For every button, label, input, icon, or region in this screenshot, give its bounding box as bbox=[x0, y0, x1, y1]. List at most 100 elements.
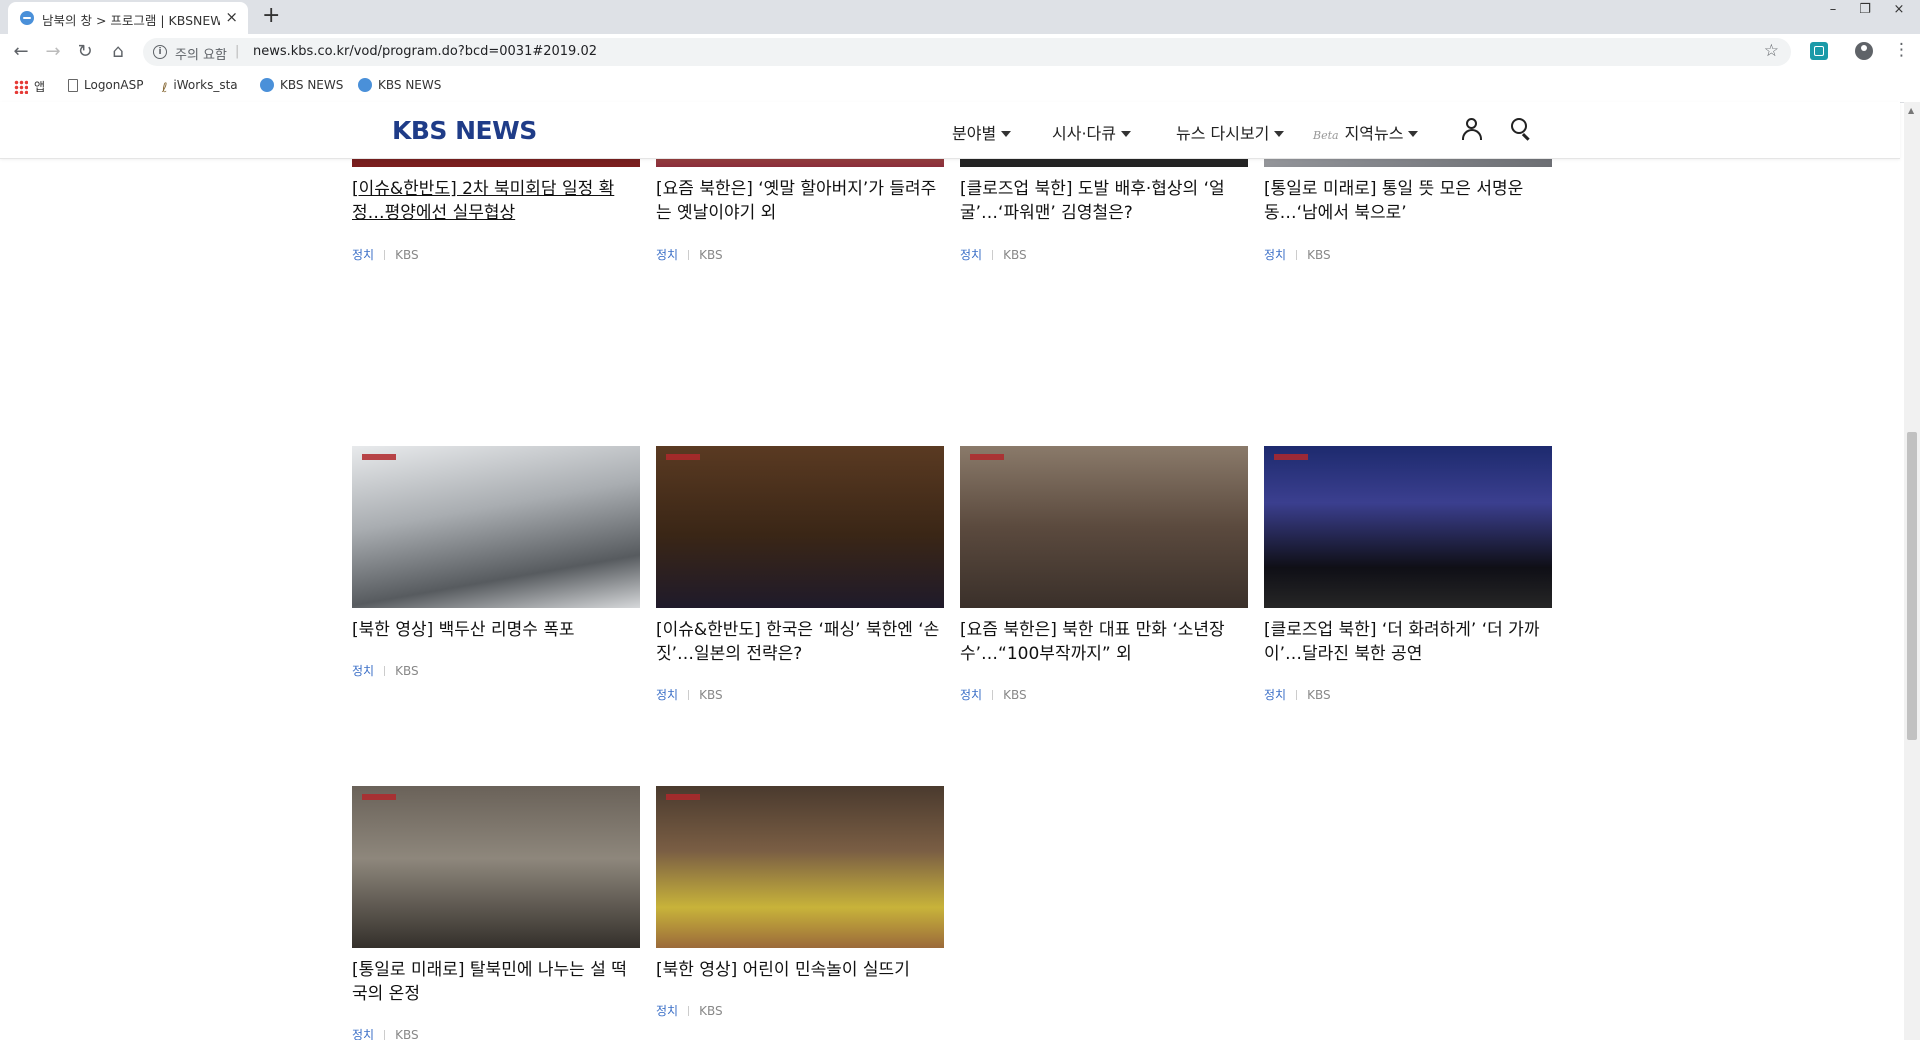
card-category[interactable]: 정치 bbox=[960, 248, 982, 262]
scroll-up-arrow-icon[interactable]: ▲ bbox=[1908, 106, 1914, 115]
forward-icon[interactable]: → bbox=[41, 40, 65, 64]
nav-regional-news[interactable]: Beta 지역뉴스 bbox=[1313, 120, 1419, 144]
card-source: KBS bbox=[1307, 688, 1331, 702]
page-content: [이슈&한반도] 2차 북미회담 일정 확정…평양에선 실무협상 정치 KBS [… bbox=[0, 102, 1900, 1040]
bookmark-star-icon[interactable]: ☆ bbox=[1764, 41, 1779, 61]
address-bar[interactable]: i 주의 요함 | news.kbs.co.kr/vod/program.do?… bbox=[143, 38, 1791, 66]
bookmark-iworks[interactable]: ℓ iWorks_sta bbox=[162, 78, 238, 96]
page-scrollbar[interactable]: ▲ bbox=[1904, 102, 1920, 1040]
user-icon[interactable] bbox=[1462, 118, 1482, 140]
video-thumbnail[interactable] bbox=[352, 446, 640, 608]
pen-icon: ℓ bbox=[162, 81, 168, 96]
chevron-down-icon bbox=[1274, 131, 1285, 137]
chevron-down-icon bbox=[1408, 131, 1419, 137]
card-meta: 정치 KBS bbox=[1264, 686, 1331, 703]
card-title[interactable]: [요즘 북한은] 북한 대표 만화 ‘소년장수’…“100부작까지” 외 bbox=[960, 618, 1248, 666]
card-category[interactable]: 정치 bbox=[1264, 688, 1286, 702]
card-title[interactable]: [북한 영상] 어린이 민속놀이 실뜨기 bbox=[656, 958, 944, 982]
card-meta: 정치 KBS bbox=[656, 686, 723, 703]
card-title[interactable]: [북한 영상] 백두산 리명수 폭포 bbox=[352, 618, 640, 642]
browser-tab[interactable]: 남북의 창 > 프로그램 | KBSNEWS × bbox=[8, 2, 248, 34]
beta-badge: Beta bbox=[1313, 129, 1339, 142]
card-meta: 정치 KBS bbox=[656, 246, 723, 263]
card-meta: 정치 KBS bbox=[960, 686, 1027, 703]
card-category[interactable]: 정치 bbox=[656, 248, 678, 262]
video-card[interactable]: [클로즈업 북한] ‘더 화려하게’ ‘더 가까이’…달라진 북한 공연 정치 K… bbox=[1264, 446, 1552, 706]
back-icon[interactable]: ← bbox=[9, 40, 33, 64]
bookmark-kbs-news-1[interactable]: KBS NEWS bbox=[260, 78, 343, 92]
chevron-down-icon bbox=[1120, 131, 1131, 137]
site-header: KBS NEWS 분야별 시사·다큐 뉴스 다시보기 Beta 지역뉴스 bbox=[0, 102, 1900, 159]
card-meta: 정치 KBS bbox=[352, 662, 419, 679]
kbs-favicon-icon bbox=[20, 11, 34, 25]
video-thumbnail[interactable] bbox=[656, 786, 944, 948]
card-title[interactable]: [클로즈업 북한] 도발 배후·협상의 ‘얼굴’…‘파워맨’ 김영철은? bbox=[960, 177, 1248, 225]
bookmarks-bar: 앱 LogonASP ℓ iWorks_sta KBS NEWS KBS NEWS bbox=[0, 70, 1920, 103]
card-source: KBS bbox=[1003, 248, 1027, 262]
video-thumbnail[interactable] bbox=[960, 446, 1248, 608]
card-meta: 정치 KBS bbox=[1264, 246, 1331, 263]
card-meta: 정치 KBS bbox=[960, 246, 1027, 263]
kbs-news-logo[interactable]: KBS NEWS bbox=[392, 116, 537, 145]
security-label: 주의 요함 bbox=[175, 48, 227, 63]
nav-category[interactable]: 분야별 bbox=[952, 120, 1012, 144]
profile-icon[interactable] bbox=[1855, 42, 1873, 60]
card-source: KBS bbox=[395, 248, 419, 262]
bookmark-kbs-news-2[interactable]: KBS NEWS bbox=[358, 78, 441, 92]
video-thumbnail[interactable] bbox=[656, 446, 944, 608]
card-title[interactable]: [클로즈업 북한] ‘더 화려하게’ ‘더 가까이’…달라진 북한 공연 bbox=[1264, 618, 1552, 666]
card-category[interactable]: 정치 bbox=[656, 1004, 678, 1018]
info-icon[interactable]: i bbox=[153, 45, 167, 59]
video-card[interactable]: [통일로 미래로] 탈북민에 나누는 설 떡국의 온정 정치 KBS bbox=[352, 786, 640, 1040]
video-card[interactable]: [북한 영상] 백두산 리명수 폭포 정치 KBS bbox=[352, 446, 640, 706]
video-thumbnail[interactable] bbox=[1264, 446, 1552, 608]
kbs-globe-icon bbox=[358, 78, 372, 92]
card-title[interactable]: [통일로 미래로] 탈북민에 나누는 설 떡국의 온정 bbox=[352, 958, 640, 1006]
video-thumbnail[interactable] bbox=[352, 786, 640, 948]
home-icon[interactable]: ⌂ bbox=[106, 40, 130, 64]
nav-news-replay[interactable]: 뉴스 다시보기 bbox=[1176, 120, 1285, 144]
card-category[interactable]: 정치 bbox=[352, 664, 374, 678]
reload-icon[interactable]: ↻ bbox=[73, 40, 97, 64]
card-title[interactable]: [이슈&한반도] 2차 북미회담 일정 확정…평양에선 실무협상 bbox=[352, 177, 640, 225]
video-card[interactable]: [북한 영상] 어린이 민속놀이 실뜨기 정치 KBS bbox=[656, 786, 944, 1040]
apps-grid-icon bbox=[14, 80, 28, 94]
card-source: KBS bbox=[395, 1028, 419, 1040]
card-source: KBS bbox=[395, 664, 419, 678]
url-text[interactable]: news.kbs.co.kr/vod/program.do?bcd=0031#2… bbox=[253, 44, 597, 59]
card-source: KBS bbox=[699, 688, 723, 702]
card-category[interactable]: 정치 bbox=[656, 688, 678, 702]
url-separator: | bbox=[235, 44, 240, 59]
card-title[interactable]: [이슈&한반도] 한국은 ‘패싱’ 북한엔 ‘손짓’…일본의 전략은? bbox=[656, 618, 944, 666]
card-meta: 정치 KBS bbox=[352, 1026, 419, 1040]
card-title[interactable]: [요즘 북한은] ‘옛말 할아버지’가 들려주는 옛날이야기 외 bbox=[656, 177, 944, 225]
card-source: KBS bbox=[1003, 688, 1027, 702]
card-source: KBS bbox=[699, 248, 723, 262]
bookmark-logonasp[interactable]: LogonASP bbox=[68, 78, 143, 92]
nav-current-affairs[interactable]: 시사·다큐 bbox=[1052, 120, 1131, 144]
card-title[interactable]: [통일로 미래로] 통일 뜻 모은 서명운동…‘남에서 북으로’ bbox=[1264, 177, 1552, 225]
browser-tab-bar: 남북의 창 > 프로그램 | KBSNEWS × + – ❐ × bbox=[0, 0, 1920, 34]
close-window-icon[interactable]: × bbox=[1884, 0, 1914, 22]
minimize-icon[interactable]: – bbox=[1818, 0, 1848, 22]
extension-icon[interactable] bbox=[1810, 42, 1828, 60]
bookmark-apps[interactable]: 앱 bbox=[14, 78, 45, 95]
close-tab-icon[interactable]: × bbox=[225, 8, 238, 26]
kbs-globe-icon bbox=[260, 78, 274, 92]
video-card[interactable]: [요즘 북한은] 북한 대표 만화 ‘소년장수’…“100부작까지” 외 정치 K… bbox=[960, 446, 1248, 706]
scrollbar-thumb[interactable] bbox=[1907, 432, 1917, 740]
video-card[interactable]: [이슈&한반도] 한국은 ‘패싱’ 북한엔 ‘손짓’…일본의 전략은? 정치 KB… bbox=[656, 446, 944, 706]
restore-icon[interactable]: ❐ bbox=[1850, 0, 1880, 22]
card-category[interactable]: 정치 bbox=[960, 688, 982, 702]
page-icon bbox=[68, 79, 78, 92]
browser-toolbar: ← → ↻ ⌂ i 주의 요함 | news.kbs.co.kr/vod/pro… bbox=[0, 34, 1920, 70]
tab-title: 남북의 창 > 프로그램 | KBSNEWS bbox=[42, 13, 220, 28]
card-category[interactable]: 정치 bbox=[352, 1028, 374, 1040]
menu-icon[interactable]: ⋮ bbox=[1893, 40, 1910, 60]
card-category[interactable]: 정치 bbox=[1264, 248, 1286, 262]
new-tab-button[interactable]: + bbox=[262, 3, 280, 28]
search-icon[interactable] bbox=[1511, 118, 1533, 141]
card-source: KBS bbox=[699, 1004, 723, 1018]
card-category[interactable]: 정치 bbox=[352, 248, 374, 262]
card-meta: 정치 KBS bbox=[352, 246, 419, 263]
